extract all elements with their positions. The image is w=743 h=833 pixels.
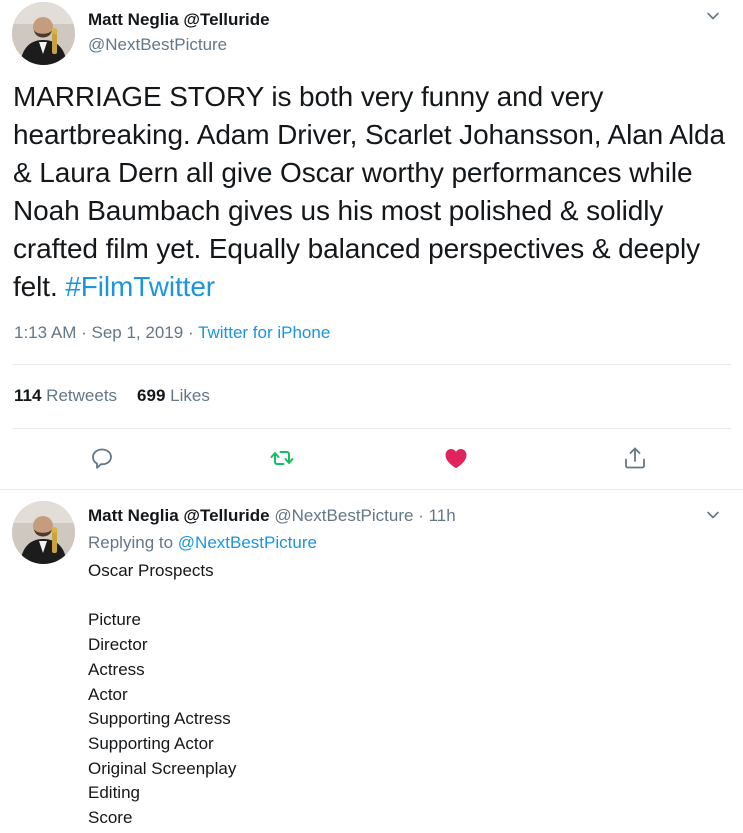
engagement-stats: 114 Retweets 699 Likes: [14, 386, 210, 406]
meta-separator: ·: [81, 323, 92, 342]
divider: [12, 428, 731, 429]
likes-stat[interactable]: 699 Likes: [137, 386, 210, 405]
reply-icon: [92, 448, 112, 469]
reply-tweet[interactable]: Matt Neglia @Telluride @NextBestPicture …: [0, 490, 743, 833]
like-button[interactable]: [442, 444, 470, 472]
category-item: Picture: [88, 610, 141, 630]
avatar[interactable]: [12, 2, 75, 65]
main-tweet: Matt Neglia @Telluride @NextBestPicture …: [0, 0, 743, 490]
likes-count: 699: [137, 386, 166, 405]
tweet-text: MARRIAGE STORY is both very funny and ve…: [13, 78, 731, 306]
category-item: Editing: [88, 783, 140, 803]
tweet-thread: Matt Neglia @Telluride @NextBestPicture …: [0, 0, 743, 833]
tweet-body: MARRIAGE STORY is both very funny and ve…: [13, 81, 725, 302]
replying-to-link[interactable]: @NextBestPicture: [178, 533, 317, 552]
category-item: Director: [88, 635, 148, 655]
avatar-image: [12, 501, 75, 564]
retweet-icon: [270, 451, 294, 465]
display-name[interactable]: Matt Neglia @Telluride: [88, 506, 270, 525]
user-handle[interactable]: @NextBestPicture: [88, 35, 227, 55]
reply-header: Matt Neglia @Telluride @NextBestPicture …: [88, 506, 456, 526]
category-item: Supporting Actor: [88, 733, 214, 753]
reply-button[interactable]: [88, 444, 116, 472]
header-separator: ·: [418, 506, 424, 525]
chevron-down-icon[interactable]: [705, 507, 721, 523]
category-item: Original Screenplay: [88, 758, 237, 778]
tweet-time[interactable]: 1:13 AM: [14, 323, 76, 342]
reply-text: Oscar Prospects Picture Director Actress…: [88, 559, 236, 831]
tweet-meta: 1:13 AM · Sep 1, 2019 · Twitter for iPho…: [14, 323, 330, 343]
avatar-image: [12, 2, 75, 65]
retweet-button[interactable]: [268, 444, 296, 472]
retweets-label: Retweets: [46, 386, 118, 405]
meta-separator: ·: [187, 323, 199, 342]
display-name[interactable]: Matt Neglia @Telluride: [88, 10, 270, 30]
user-handle[interactable]: @NextBestPicture: [274, 506, 413, 525]
category-item: Supporting Actress: [88, 709, 231, 729]
action-bar: [0, 440, 743, 480]
retweets-count: 114: [14, 386, 42, 405]
retweets-stat[interactable]: 114 Retweets: [14, 386, 117, 405]
replying-to: Replying to @NextBestPicture: [88, 533, 317, 553]
replying-prefix: Replying to: [88, 533, 174, 552]
heart-icon: [445, 449, 467, 468]
tweet-date[interactable]: Sep 1, 2019: [92, 323, 184, 342]
category-item: Actor: [88, 684, 128, 704]
tweet-age[interactable]: 11h: [429, 506, 456, 525]
share-button[interactable]: [621, 444, 649, 472]
share-icon: [625, 447, 645, 469]
category-item: Actress: [88, 659, 145, 679]
category-item: Score: [88, 808, 133, 828]
avatar[interactable]: [12, 501, 75, 564]
tweet-source[interactable]: Twitter for iPhone: [198, 323, 330, 342]
likes-label: Likes: [170, 386, 210, 405]
chevron-down-icon[interactable]: [705, 8, 721, 24]
reply-heading: Oscar Prospects: [88, 561, 214, 580]
divider: [12, 364, 731, 365]
hashtag-link[interactable]: #FilmTwitter: [65, 271, 215, 302]
